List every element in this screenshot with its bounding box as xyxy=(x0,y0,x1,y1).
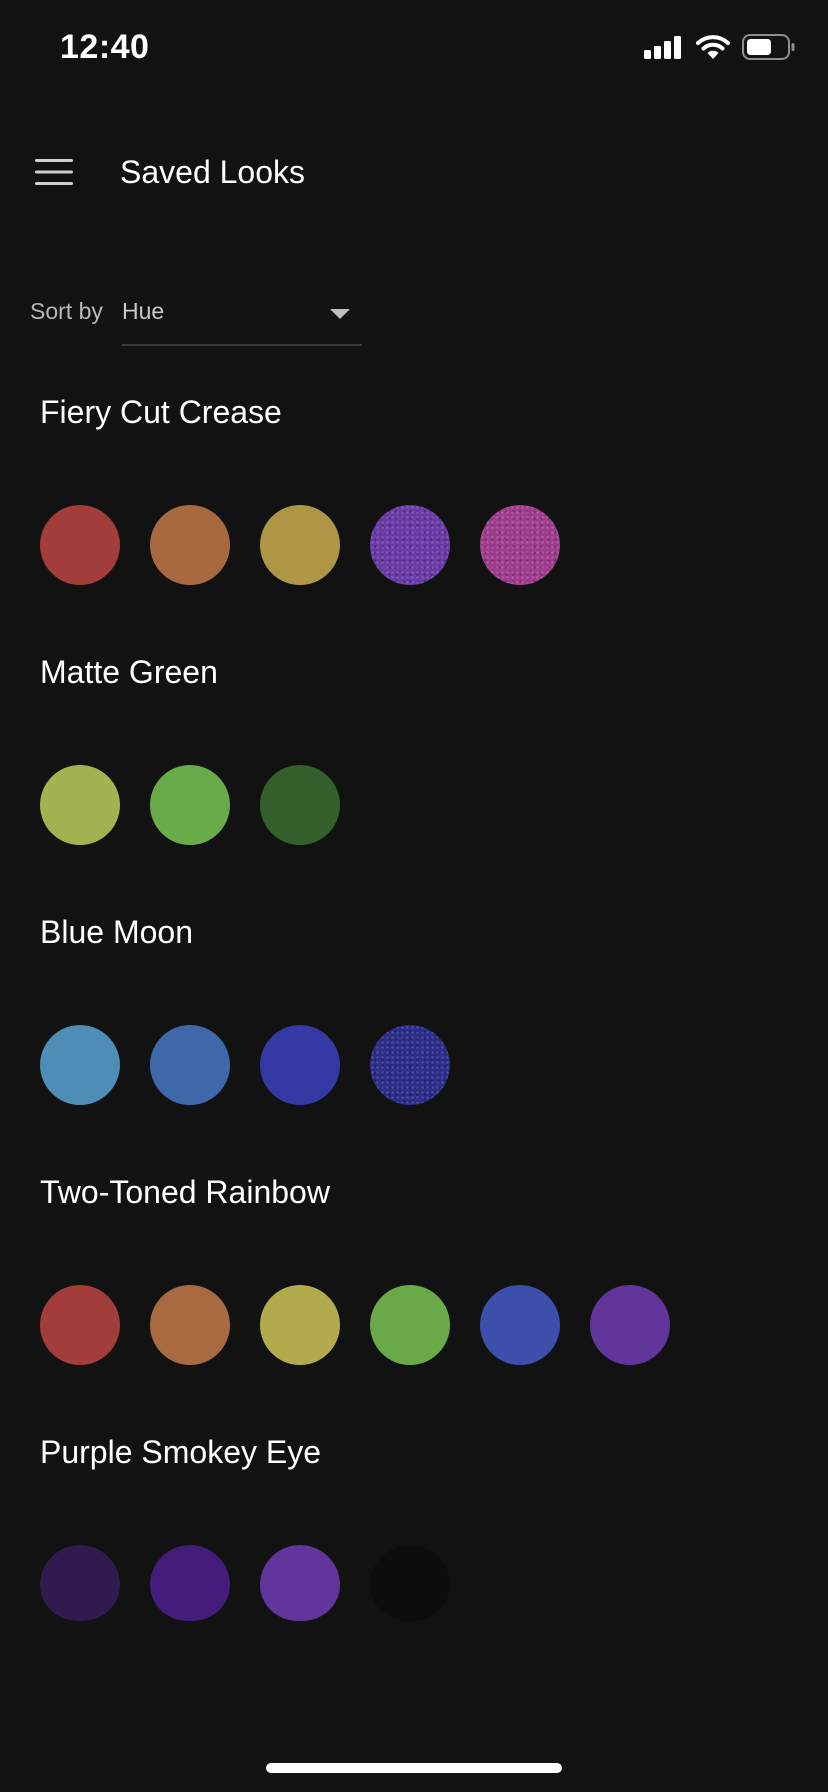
status-bar: 12:40 xyxy=(0,0,828,94)
color-swatch[interactable] xyxy=(40,765,120,845)
color-swatch[interactable] xyxy=(370,505,450,585)
look-card[interactable]: Blue Moon xyxy=(40,880,800,1140)
battery-icon xyxy=(742,34,796,65)
menu-button[interactable] xyxy=(28,152,80,196)
swatch-row xyxy=(40,765,340,845)
look-card[interactable]: Two-Toned Rainbow xyxy=(40,1140,800,1400)
look-card[interactable]: Purple Smokey Eye xyxy=(40,1400,800,1660)
color-swatch[interactable] xyxy=(260,505,340,585)
color-swatch[interactable] xyxy=(150,505,230,585)
color-swatch[interactable] xyxy=(370,1285,450,1365)
color-swatch[interactable] xyxy=(260,765,340,845)
color-swatch[interactable] xyxy=(150,1545,230,1621)
sort-label: Sort by xyxy=(30,298,103,324)
status-icons xyxy=(644,34,796,65)
color-swatch[interactable] xyxy=(150,765,230,845)
look-title: Fiery Cut Crease xyxy=(40,394,282,430)
color-swatch[interactable] xyxy=(40,1285,120,1365)
sort-dropdown[interactable]: Hue xyxy=(122,290,362,346)
color-swatch[interactable] xyxy=(370,1025,450,1105)
color-swatch[interactable] xyxy=(370,1545,450,1621)
color-swatch[interactable] xyxy=(260,1025,340,1105)
look-card[interactable]: Matte Green xyxy=(40,620,800,880)
look-title: Blue Moon xyxy=(40,914,193,950)
color-swatch[interactable] xyxy=(40,505,120,585)
look-card[interactable]: Fiery Cut Crease xyxy=(40,360,800,620)
saved-looks-list: Fiery Cut Crease Matte Green Blue Moon Two-… xyxy=(40,360,800,1660)
color-swatch[interactable] xyxy=(260,1545,340,1621)
hamburger-menu-icon xyxy=(35,158,73,191)
dropdown-caret-icon xyxy=(330,306,350,324)
swatch-row xyxy=(40,505,560,585)
color-swatch[interactable] xyxy=(260,1285,340,1365)
look-title: Purple Smokey Eye xyxy=(40,1434,322,1470)
color-swatch[interactable] xyxy=(590,1285,670,1365)
color-swatch[interactable] xyxy=(480,1285,560,1365)
color-swatch[interactable] xyxy=(40,1025,120,1105)
swatch-row xyxy=(40,1545,450,1621)
color-swatch[interactable] xyxy=(40,1545,120,1621)
home-indicator[interactable] xyxy=(266,1763,562,1773)
page-title: Saved Looks xyxy=(120,154,306,190)
swatch-row xyxy=(40,1285,670,1365)
cellular-signal-icon xyxy=(644,35,684,64)
app-bar: Saved Looks xyxy=(0,130,828,220)
look-title: Matte Green xyxy=(40,654,218,690)
color-swatch[interactable] xyxy=(150,1285,230,1365)
swatch-row xyxy=(40,1025,450,1105)
sort-selected-value: Hue xyxy=(122,298,165,324)
wifi-icon xyxy=(696,34,730,65)
sort-control: Sort by Hue xyxy=(30,290,370,346)
color-swatch[interactable] xyxy=(480,505,560,585)
look-title: Two-Toned Rainbow xyxy=(40,1174,330,1210)
status-time: 12:40 xyxy=(60,28,150,66)
color-swatch[interactable] xyxy=(150,1025,230,1105)
